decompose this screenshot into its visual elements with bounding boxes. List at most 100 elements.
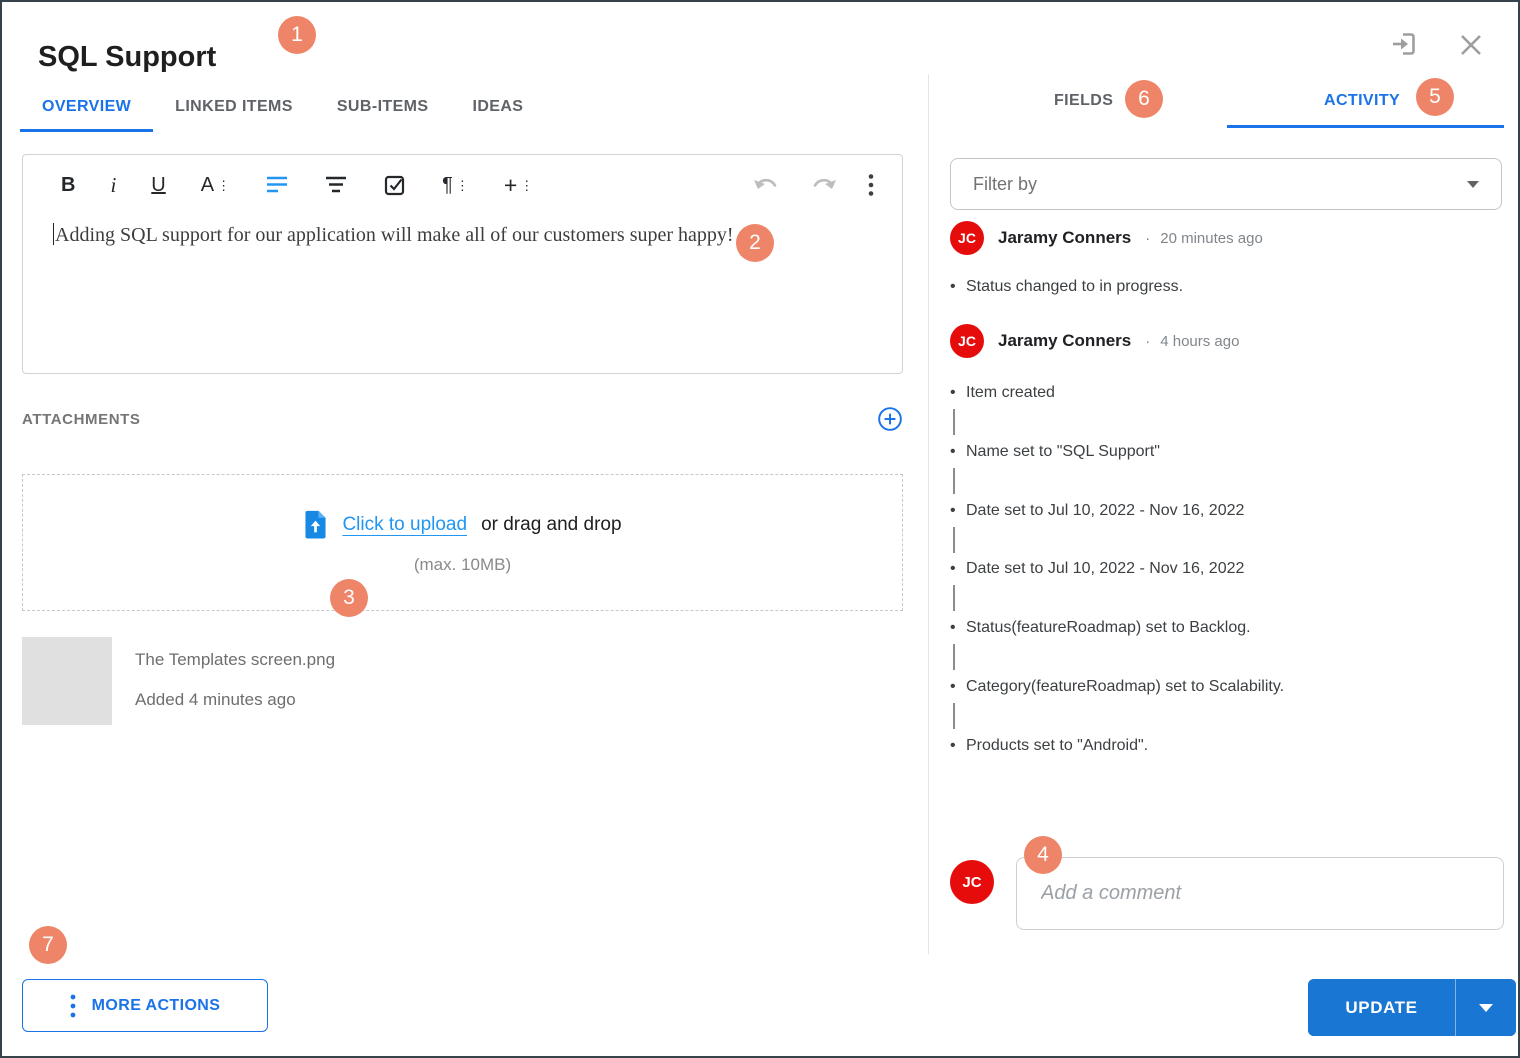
editor-toolbar-right <box>752 173 874 197</box>
upload-dropzone[interactable]: Click to upload or drag and drop (max. 1… <box>22 474 903 611</box>
more-actions-label: MORE ACTIONS <box>92 997 221 1015</box>
add-attachment-button[interactable] <box>877 406 903 432</box>
detail-tabs: OVERVIEW LINKED ITEMS SUB-ITEMS IDEAS <box>20 86 545 132</box>
checklist-button[interactable] <box>383 173 407 197</box>
expand-icon[interactable] <box>1390 29 1420 59</box>
bullet-icon: • <box>950 278 966 296</box>
editor-toolbar: B i U A ¶ + <box>61 171 533 199</box>
attachment-thumbnail[interactable] <box>22 637 112 725</box>
bullet-icon: • <box>950 443 966 461</box>
avatar: JC <box>950 221 984 255</box>
kebab-vertical-icon <box>868 173 874 197</box>
editor-overflow-menu-button[interactable] <box>868 173 874 197</box>
chevron-down-icon <box>1467 181 1479 188</box>
activity-author: Jaramy Conners <box>998 228 1131 248</box>
bullet-icon: • <box>950 560 966 578</box>
filter-by-select[interactable]: Filter by <box>950 158 1502 210</box>
panel-divider <box>928 74 929 954</box>
upload-instruction: Click to upload or drag and drop <box>303 510 621 539</box>
activity-connector <box>953 409 955 435</box>
update-split-button: UPDATE <box>1308 979 1516 1036</box>
kebab-vertical-icon <box>70 993 76 1019</box>
tab-ideas[interactable]: IDEAS <box>450 86 545 132</box>
update-button[interactable]: UPDATE <box>1308 979 1455 1036</box>
add-comment-input[interactable] <box>1016 857 1504 930</box>
update-dropdown-button[interactable] <box>1456 979 1516 1036</box>
activity-connector <box>953 527 955 553</box>
activity-entry: • Date set to Jul 10, 2022 - Nov 16, 202… <box>950 502 1244 520</box>
upload-suffix: or drag and drop <box>481 514 622 536</box>
bullet-icon: • <box>950 502 966 520</box>
activity-connector <box>953 585 955 611</box>
avatar: JC <box>950 860 994 904</box>
align-left-button[interactable] <box>265 175 289 195</box>
plus-circle-icon <box>877 406 903 432</box>
redo-icon <box>810 175 838 196</box>
tab-overview[interactable]: OVERVIEW <box>20 86 153 132</box>
annotation-badge-3: 3 <box>330 579 368 617</box>
attachment-meta: The Templates screen.png Added 4 minutes… <box>135 637 335 725</box>
activity-entry: • Name set to "SQL Support" <box>950 443 1160 461</box>
description-text: Adding SQL support for our application w… <box>55 224 734 246</box>
align-center-icon <box>324 175 348 195</box>
tab-activity[interactable]: ACTIVITY <box>1324 92 1400 110</box>
activity-group-header: JC Jaramy Conners 4 hours ago <box>950 324 1239 358</box>
italic-button[interactable]: i <box>110 174 116 196</box>
attachment-name: The Templates screen.png <box>135 650 335 670</box>
upload-size-limit: (max. 10MB) <box>414 555 511 575</box>
activity-connector <box>953 703 955 729</box>
underline-button[interactable]: U <box>151 174 165 196</box>
annotation-badge-2: 2 <box>736 224 774 262</box>
chevron-down-icon <box>1479 1004 1493 1012</box>
upload-file-icon <box>303 510 328 539</box>
more-actions-button[interactable]: MORE ACTIONS <box>22 979 268 1032</box>
attachment-item: The Templates screen.png Added 4 minutes… <box>22 637 335 725</box>
annotation-badge-4: 4 <box>1024 836 1062 874</box>
annotation-badge-1: 1 <box>278 16 316 54</box>
page-title: SQL Support <box>38 41 216 74</box>
description-editor: B i U A ¶ + <box>22 154 903 374</box>
align-left-icon <box>265 175 289 195</box>
insert-button[interactable]: + <box>504 174 533 196</box>
attachment-added-time: Added 4 minutes ago <box>135 690 335 710</box>
avatar: JC <box>950 324 984 358</box>
activity-timestamp: 20 minutes ago <box>1145 230 1263 247</box>
item-detail-dialog: SQL Support OVERVIEW LINKED ITEMS SUB-IT… <box>0 0 1520 1058</box>
active-tab-indicator <box>1227 125 1504 128</box>
checklist-icon <box>383 173 407 197</box>
paragraph-format-button[interactable]: ¶ <box>442 174 469 196</box>
activity-entry: • Date set to Jul 10, 2022 - Nov 16, 202… <box>950 560 1244 578</box>
bullet-icon: • <box>950 619 966 637</box>
close-button[interactable] <box>1458 32 1484 58</box>
annotation-badge-6: 6 <box>1125 80 1163 118</box>
activity-author: Jaramy Conners <box>998 331 1131 351</box>
activity-entry: • Status changed to in progress. <box>950 278 1183 296</box>
close-icon <box>1458 32 1484 58</box>
text-cursor <box>53 223 54 245</box>
tab-fields[interactable]: FIELDS <box>1054 92 1113 110</box>
activity-entry: • Category(featureRoadmap) set to Scalab… <box>950 678 1284 696</box>
open-full-view-icon <box>1390 29 1420 59</box>
activity-connector <box>953 468 955 494</box>
attachments-title: ATTACHMENTS <box>22 411 141 428</box>
filter-by-label: Filter by <box>973 174 1467 195</box>
redo-button[interactable] <box>810 175 838 196</box>
activity-group-header: JC Jaramy Conners 20 minutes ago <box>950 221 1263 255</box>
bullet-icon: • <box>950 678 966 696</box>
activity-timestamp: 4 hours ago <box>1145 333 1239 350</box>
attachments-header: ATTACHMENTS <box>22 406 903 432</box>
activity-connector <box>953 644 955 670</box>
annotation-badge-5: 5 <box>1416 78 1454 116</box>
bold-button[interactable]: B <box>61 174 75 196</box>
upload-link[interactable]: Click to upload <box>342 514 467 536</box>
font-style-button[interactable]: A <box>201 174 230 196</box>
activity-entry: • Status(featureRoadmap) set to Backlog. <box>950 619 1251 637</box>
activity-entry: • Item created <box>950 384 1055 402</box>
tab-linked-items[interactable]: LINKED ITEMS <box>153 86 315 132</box>
align-center-button[interactable] <box>324 175 348 195</box>
bullet-icon: • <box>950 737 966 755</box>
undo-button[interactable] <box>752 175 780 196</box>
tab-sub-items[interactable]: SUB-ITEMS <box>315 86 451 132</box>
undo-icon <box>752 175 780 196</box>
bullet-icon: • <box>950 384 966 402</box>
